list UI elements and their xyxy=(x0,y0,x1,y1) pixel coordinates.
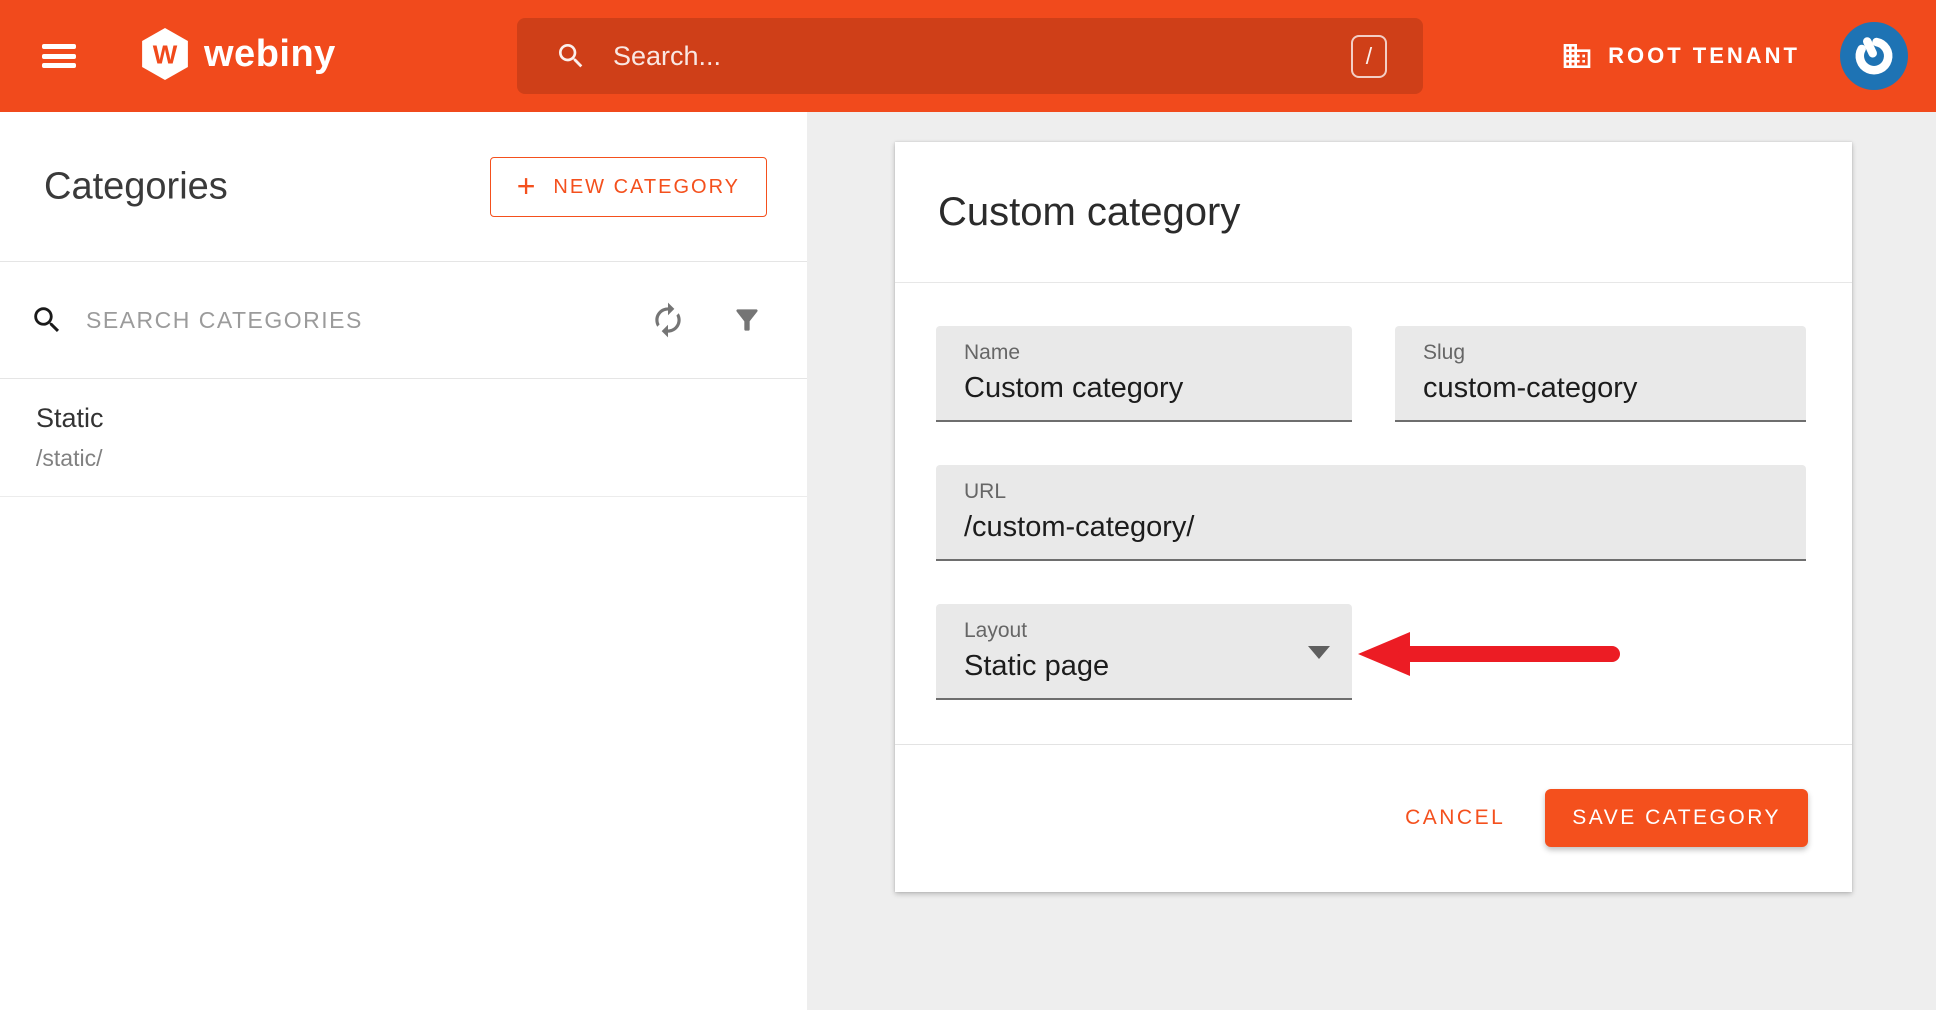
filter-icon xyxy=(731,304,763,336)
card-header: Custom category xyxy=(895,142,1852,283)
new-category-label: NEW CATEGORY xyxy=(553,176,740,199)
page-title: Categories xyxy=(44,165,228,208)
name-field-label: Name xyxy=(964,341,1352,365)
search-icon xyxy=(555,40,587,72)
card-title: Custom category xyxy=(938,190,1240,235)
refresh-button[interactable] xyxy=(649,301,687,339)
form-actions: CANCEL SAVE CATEGORY xyxy=(895,745,1852,891)
red-arrow-annotation xyxy=(1358,631,1630,677)
layout-field-label: Layout xyxy=(964,619,1352,643)
categories-search-row xyxy=(0,262,807,379)
name-field[interactable]: Name xyxy=(936,326,1352,422)
category-url: /static/ xyxy=(36,445,807,472)
category-name: Static xyxy=(36,403,807,434)
filter-button[interactable] xyxy=(731,304,763,336)
categories-panel-header: Categories + NEW CATEGORY xyxy=(0,112,807,262)
plus-icon: + xyxy=(517,170,538,202)
search-icon xyxy=(30,303,64,337)
layout-selected-value: Static page xyxy=(964,650,1352,683)
app-header: W webiny / ROOT TENANT xyxy=(0,0,1936,112)
global-search-input[interactable] xyxy=(613,41,1253,72)
name-input[interactable] xyxy=(964,372,1328,405)
category-list-item-static[interactable]: Static /static/ xyxy=(0,379,807,497)
tenant-selector[interactable]: ROOT TENANT xyxy=(1561,40,1800,72)
header-right-cluster: ROOT TENANT xyxy=(1561,0,1908,112)
webiny-hexagon-icon: W xyxy=(142,28,188,80)
webiny-logo[interactable]: W webiny xyxy=(142,28,336,80)
keyboard-shortcut-badge: / xyxy=(1351,35,1387,78)
slug-input[interactable] xyxy=(1423,372,1782,405)
url-input[interactable] xyxy=(964,511,1782,544)
building-icon xyxy=(1561,40,1593,72)
url-field-label: URL xyxy=(964,480,1806,504)
categories-search-input[interactable] xyxy=(86,307,516,334)
user-avatar[interactable] xyxy=(1840,22,1908,90)
svg-text:W: W xyxy=(153,39,178,69)
menu-icon[interactable] xyxy=(42,44,76,68)
category-form-card: Custom category Name Slug URL xyxy=(895,142,1852,892)
new-category-button[interactable]: + NEW CATEGORY xyxy=(490,157,767,217)
tenant-label: ROOT TENANT xyxy=(1608,43,1800,69)
details-panel: Custom category Name Slug URL xyxy=(807,112,1936,1010)
url-field[interactable]: URL xyxy=(936,465,1806,561)
layout-select[interactable]: Layout Static page xyxy=(936,604,1352,700)
categories-list-panel: Categories + NEW CATEGORY xyxy=(0,112,807,1010)
category-form: Name Slug URL Layout Static page xyxy=(895,326,1852,700)
chevron-down-icon xyxy=(1308,646,1330,659)
cancel-button[interactable]: CANCEL xyxy=(1395,794,1515,842)
logo-wordmark: webiny xyxy=(204,33,336,76)
save-category-button[interactable]: SAVE CATEGORY xyxy=(1545,789,1808,847)
slug-field[interactable]: Slug xyxy=(1395,326,1806,422)
slug-field-label: Slug xyxy=(1423,341,1806,365)
global-search-bar[interactable]: / xyxy=(517,18,1423,94)
refresh-icon xyxy=(649,301,687,339)
